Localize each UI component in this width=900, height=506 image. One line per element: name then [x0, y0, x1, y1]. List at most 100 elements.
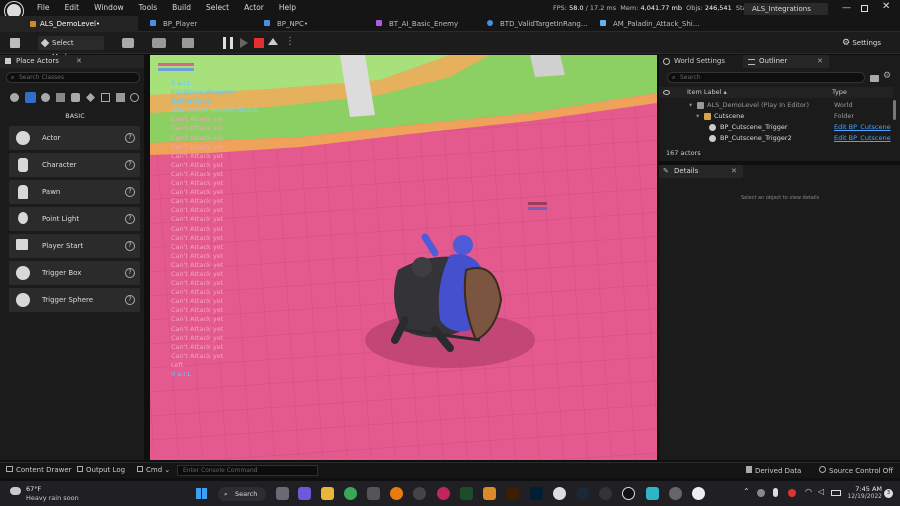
start-button[interactable] — [196, 488, 207, 499]
tab-bp-player[interactable]: BP_Player — [150, 16, 197, 32]
minimize-icon[interactable]: — — [842, 3, 851, 13]
epic-games-icon[interactable] — [367, 487, 380, 500]
blender-icon[interactable] — [390, 487, 403, 500]
tab-am-paladin[interactable]: AM_Paladin_Attack_Shi... — [600, 16, 699, 32]
derived-data-button[interactable]: Derived Data — [746, 466, 801, 475]
taskbar-search[interactable]: ⌕ Search — [218, 487, 266, 501]
chat-icon[interactable] — [298, 487, 311, 500]
menu-help[interactable]: Help — [279, 3, 296, 12]
save-icon[interactable] — [10, 38, 20, 48]
box-icon[interactable] — [483, 487, 496, 500]
actor-item-pawn[interactable]: Pawn? — [9, 180, 140, 204]
tab-outliner[interactable]: Outliner ✕ — [743, 55, 829, 68]
help-icon[interactable]: ? — [125, 187, 135, 197]
help-icon[interactable]: ? — [125, 241, 135, 251]
actor-item-player-start[interactable]: Player Start? — [9, 234, 140, 258]
volumes-icon[interactable] — [101, 93, 110, 102]
lights-icon[interactable] — [41, 93, 50, 102]
more-options-icon[interactable]: ⋮ — [285, 36, 295, 47]
help-icon[interactable]: ? — [125, 295, 135, 305]
eject-icon[interactable] — [268, 38, 278, 45]
menu-actor[interactable]: Actor — [244, 3, 264, 12]
menu-file[interactable]: File — [37, 3, 50, 12]
wifi-icon[interactable]: ◠ — [805, 487, 812, 496]
close-panel-icon[interactable]: ✕ — [76, 55, 82, 68]
source-control-button[interactable]: Source Control Off — [819, 466, 893, 475]
menu-build[interactable]: Build — [172, 3, 191, 12]
outliner-row-world[interactable]: ▾ ALS_DemoLevel (Play In Editor) World — [659, 100, 891, 110]
volume-icon[interactable]: ◁ — [818, 487, 824, 496]
notification-badge[interactable]: 3 — [884, 489, 893, 498]
cmd-dropdown[interactable]: Cmd ⌄ — [137, 466, 170, 474]
edit-blueprint-link[interactable]: Edit BP_Cutscene — [834, 133, 892, 143]
select-mode-dropdown[interactable]: Select Mode⌄ — [38, 36, 104, 61]
visual-effects-icon[interactable] — [71, 93, 80, 102]
illustrator-icon[interactable] — [506, 487, 519, 500]
actor-item-trigger-sphere[interactable]: Trigger Sphere? — [9, 288, 140, 312]
outliner-row-cutscene-trigger[interactable]: BP_Cutscene_Trigger Edit BP_Cutscene — [659, 122, 891, 132]
menu-select[interactable]: Select — [206, 3, 229, 12]
tray-app-icon[interactable] — [757, 489, 765, 497]
unreal-engine-icon[interactable] — [622, 487, 635, 500]
close-window-icon[interactable]: ✕ — [882, 1, 890, 12]
steam-icon[interactable] — [576, 487, 589, 500]
outliner-row-cutscene-folder[interactable]: ▾ Cutscene Folder — [659, 111, 891, 121]
add-actor-icon[interactable] — [122, 38, 134, 48]
outliner-search-input[interactable]: ⌕ Search — [667, 72, 865, 83]
app-cyan-icon[interactable] — [646, 487, 659, 500]
weather-widget[interactable]: 67°F Heavy rain soon — [10, 485, 80, 503]
menu-edit[interactable]: Edit — [65, 3, 80, 12]
microphone-icon[interactable] — [773, 488, 778, 497]
actor-item-trigger-box[interactable]: Trigger Box? — [9, 261, 140, 285]
maximize-icon[interactable] — [861, 5, 868, 12]
app-red-icon[interactable] — [437, 487, 450, 500]
menu-tools[interactable]: Tools — [139, 3, 157, 12]
content-drawer-button[interactable]: Content Drawer — [6, 466, 72, 474]
chrome-icon[interactable] — [344, 487, 357, 500]
level-viewport[interactable]: 0 a.r.L Equipping Weapons Ball to Equip Sta… — [150, 55, 657, 460]
task-view-icon[interactable] — [276, 487, 289, 500]
step-icon[interactable] — [240, 38, 248, 48]
edit-blueprint-link[interactable]: Edit BP_Cutscene — [834, 122, 892, 132]
file-explorer-icon[interactable] — [321, 487, 334, 500]
help-icon[interactable]: ? — [125, 133, 135, 143]
clock[interactable]: 7:45 AM 12/19/2022 — [846, 485, 882, 500]
blueprint-menu-icon[interactable] — [152, 38, 166, 48]
recent-icon[interactable] — [10, 93, 19, 102]
outliner-scrollbar[interactable] — [893, 100, 896, 120]
actor-item-point-light[interactable]: Point Light? — [9, 207, 140, 231]
tab-als-demolevel[interactable]: ALS_DemoLevel• — [0, 16, 138, 32]
visibility-icon[interactable] — [663, 90, 670, 95]
tab-btd-validtarget[interactable]: BTD_ValidTargetInRang... — [487, 16, 588, 32]
output-log-button[interactable]: Output Log — [77, 466, 125, 474]
outliner-settings-icon[interactable]: ⚙ — [883, 71, 891, 81]
battery-icon[interactable] — [831, 490, 841, 496]
tab-details[interactable]: ✎ Details ✕ — [659, 165, 743, 178]
photoshop-icon[interactable] — [530, 487, 543, 500]
tab-bp-npc[interactable]: BP_NPC• — [264, 16, 308, 32]
painter-icon[interactable] — [460, 487, 473, 500]
add-folder-icon[interactable] — [870, 75, 879, 82]
search-classes-input[interactable]: ⌕ Search Classes — [6, 72, 140, 83]
tray-chevron-icon[interactable]: ⌃ — [743, 487, 750, 496]
outliner-row-cutscene-trigger2[interactable]: BP_Cutscene_Trigger2 Edit BP_Cutscene — [659, 133, 891, 143]
tray-red-icon[interactable] — [788, 489, 796, 497]
column-item-label[interactable]: Item Label ▴ — [687, 87, 727, 98]
settings-button[interactable]: ⚙ Settings — [842, 36, 881, 50]
basic-category-icon[interactable] — [25, 92, 36, 103]
shapes-icon[interactable] — [130, 93, 139, 102]
help-icon[interactable]: ? — [125, 160, 135, 170]
app-circle-icon[interactable] — [553, 487, 566, 500]
stop-icon[interactable] — [254, 38, 264, 48]
menu-window[interactable]: Window — [94, 3, 124, 12]
geometry-icon[interactable] — [86, 93, 95, 102]
cinematic-icon[interactable] — [56, 93, 65, 102]
actor-item-character[interactable]: Character? — [9, 153, 140, 177]
close-tab-icon[interactable]: ✕ — [731, 165, 737, 178]
tab-world-settings[interactable]: World Settings — [659, 55, 741, 68]
help-icon[interactable]: ? — [125, 214, 135, 224]
column-type[interactable]: Type — [832, 87, 847, 98]
actor-item-actor[interactable]: Actor? — [9, 126, 140, 150]
all-classes-icon[interactable] — [116, 93, 125, 102]
record-icon[interactable] — [413, 487, 426, 500]
